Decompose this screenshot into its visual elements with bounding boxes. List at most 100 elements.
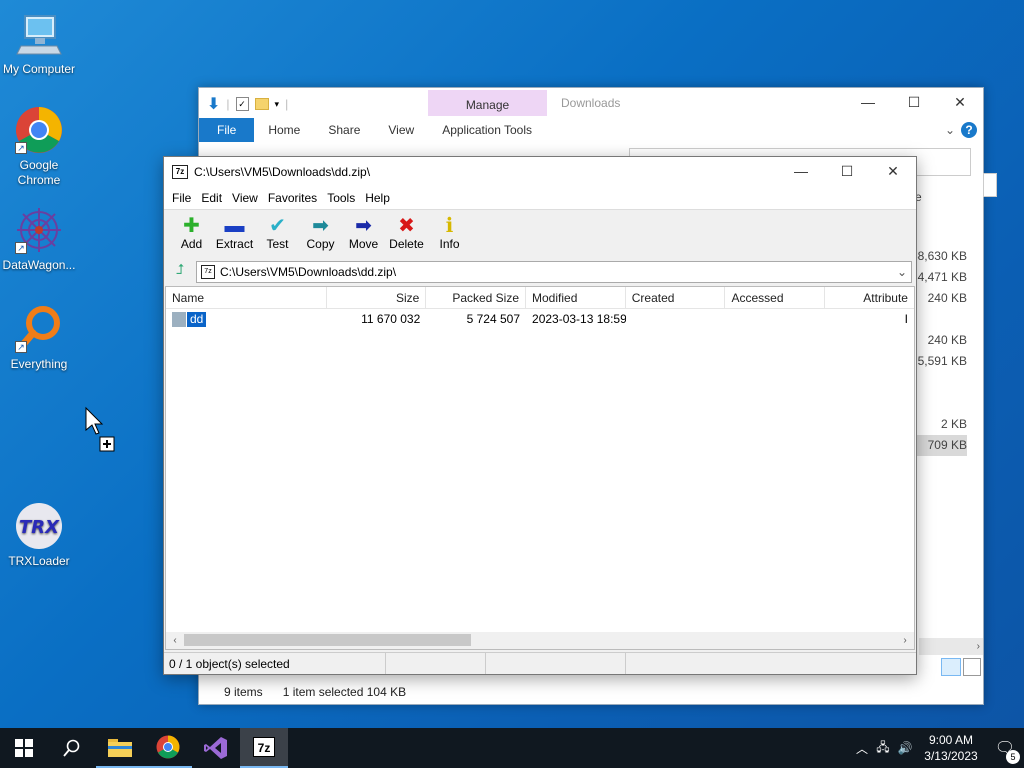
down-arrow-icon[interactable]: ⬇	[207, 94, 220, 114]
column-header-accessed[interactable]: Accessed	[725, 287, 826, 309]
menu-file[interactable]: File	[167, 191, 196, 205]
menu-view[interactable]: View	[227, 191, 263, 205]
add-label: Add	[180, 237, 203, 251]
clock[interactable]: 9:00 AM 3/13/2023	[916, 732, 986, 764]
computer-icon	[15, 10, 63, 58]
scroll-right-icon[interactable]: ›	[896, 635, 914, 646]
tab-share[interactable]: Share	[314, 118, 374, 142]
shortcut-arrow-icon: ↗	[15, 341, 27, 353]
7zip-address-bar: ⮥ 7z C:\Users\VM5\Downloads\dd.zip\ ⌄	[164, 259, 916, 285]
maximize-icon[interactable]: ☐	[824, 157, 870, 187]
notification-center-button[interactable]: 🗨 5	[986, 738, 1024, 764]
add-button[interactable]: ✚ Add	[170, 210, 213, 259]
column-header-attribute[interactable]: Attribute	[825, 287, 914, 309]
7zip-toolbar: ✚ Add ▬ Extract ✔ Test ➡ Copy ➡ Move ✖ D…	[164, 209, 916, 259]
explorer-view-button[interactable]	[983, 173, 997, 197]
column-header-modified[interactable]: Modified	[526, 287, 626, 309]
chevron-down-icon[interactable]: ⌄	[893, 265, 911, 279]
ribbon-expand-icon[interactable]: ⌄	[945, 123, 955, 137]
address-input[interactable]: 7z C:\Users\VM5\Downloads\dd.zip\ ⌄	[196, 261, 912, 283]
menu-favorites[interactable]: Favorites	[263, 191, 322, 205]
start-button[interactable]	[0, 728, 48, 768]
tab-file[interactable]: File	[199, 118, 255, 142]
double-arrow-icon: ➡	[312, 215, 329, 237]
minimize-icon[interactable]: —	[845, 88, 891, 118]
menu-edit[interactable]: Edit	[196, 191, 227, 205]
cell-name: dd	[166, 309, 327, 329]
status-cell	[386, 653, 486, 674]
column-header-name[interactable]: Name	[166, 287, 327, 309]
tab-application-tools[interactable]: Application Tools	[428, 118, 547, 142]
desktop-icon-chrome[interactable]: ↗ Google Chrome	[0, 106, 78, 188]
desktop-icon-everything[interactable]: ↗ Everything	[0, 305, 78, 372]
folder-up-icon[interactable]: ⮥	[168, 261, 192, 283]
copy-button[interactable]: ➡ Copy	[299, 210, 342, 259]
7zip-app-icon: 7z	[172, 165, 188, 179]
system-tray: ︿ 🖧 🔊 9:00 AM 3/13/2023 🗨 5	[852, 728, 1024, 768]
address-path: C:\Users\VM5\Downloads\dd.zip\	[220, 265, 397, 279]
chrome-icon	[156, 735, 180, 759]
desktop-icon-label: DataWagon...	[2, 258, 76, 272]
menu-tools[interactable]: Tools	[322, 191, 360, 205]
file-name[interactable]: dd	[185, 310, 208, 328]
tab-view[interactable]: View	[374, 118, 428, 142]
taskbar-7zip[interactable]: 7z	[240, 728, 288, 768]
check-icon: ✔	[269, 215, 286, 237]
7zip-icon: 7z	[253, 737, 275, 757]
status-cell	[486, 653, 626, 674]
properties-icon[interactable]: ✓	[235, 97, 249, 111]
taskbar-visual-studio[interactable]	[192, 728, 240, 768]
explorer-view-toggle-2[interactable]	[963, 658, 981, 676]
7zip-statusbar: 0 / 1 object(s) selected	[164, 652, 916, 674]
network-icon[interactable]: 🖧	[872, 738, 894, 759]
taskbar: 7z ︿ 🖧 🔊 9:00 AM 3/13/2023 🗨 5	[0, 728, 1024, 768]
horizontal-scrollbar[interactable]: ‹ ›	[166, 632, 914, 649]
taskbar-file-explorer[interactable]	[96, 728, 144, 768]
close-icon[interactable]: ✕	[937, 88, 983, 118]
extract-button[interactable]: ▬ Extract	[213, 210, 256, 259]
x-icon: ✖	[398, 215, 415, 237]
7zip-menubar: File Edit View Favorites Tools Help	[164, 187, 916, 209]
windows-logo-icon	[15, 739, 33, 757]
info-button[interactable]: ℹ Info	[428, 210, 471, 259]
test-label: Test	[266, 237, 289, 251]
minimize-icon[interactable]: —	[778, 157, 824, 187]
desktop: My Computer ↗ Google Chrome ↗ DataWagon.…	[0, 0, 1024, 728]
column-header-created[interactable]: Created	[626, 287, 726, 309]
scrollbar-thumb[interactable]	[184, 634, 471, 646]
tab-manage[interactable]: Manage	[428, 90, 547, 116]
qat-dropdown-icon[interactable]: ▾	[275, 99, 280, 110]
column-header-size[interactable]: Size	[327, 287, 427, 309]
delete-label: Delete	[389, 237, 424, 251]
cell-attribute: I	[904, 312, 908, 326]
test-button[interactable]: ✔ Test	[256, 210, 299, 259]
search-button[interactable]	[48, 728, 96, 768]
move-button[interactable]: ➡ Move	[342, 210, 385, 259]
column-header-packed-size[interactable]: Packed Size	[426, 287, 527, 309]
search-icon	[63, 739, 80, 757]
help-icon[interactable]: ?	[961, 122, 977, 138]
close-icon[interactable]: ✕	[870, 157, 916, 187]
arrow-right-icon: ➡	[355, 215, 372, 237]
scroll-left-icon[interactable]: ‹	[166, 635, 184, 646]
maximize-icon[interactable]: ☐	[891, 88, 937, 118]
7zip-titlebar[interactable]: 7z C:\Users\VM5\Downloads\dd.zip\ — ☐ ✕	[164, 157, 916, 187]
folder-icon[interactable]	[254, 98, 269, 110]
volume-icon[interactable]: 🔊	[894, 741, 916, 755]
desktop-icon-my-computer[interactable]: My Computer	[0, 10, 78, 77]
desktop-icon-trxloader[interactable]: TRX TRXLoader	[0, 502, 78, 569]
tab-home[interactable]: Home	[254, 118, 314, 142]
table-row[interactable]: dd 11 670 032 5 724 507 2023-03-13 18:59…	[166, 309, 914, 329]
taskbar-chrome[interactable]	[144, 728, 192, 768]
file-list[interactable]: Name Size Packed Size Modified Created A…	[165, 286, 915, 650]
delete-button[interactable]: ✖ Delete	[385, 210, 428, 259]
menu-help[interactable]: Help	[360, 191, 395, 205]
desktop-icon-datawagon[interactable]: ↗ DataWagon...	[0, 206, 78, 273]
explorer-hscroll[interactable]: ›	[919, 638, 983, 655]
everything-icon: ↗	[15, 305, 63, 353]
clock-date: 3/13/2023	[924, 749, 978, 763]
explorer-titlebar[interactable]: ⬇ | ✓ ▾ | Manage Downloads — ☐ ✕	[199, 88, 983, 118]
7zip-window[interactable]: 7z C:\Users\VM5\Downloads\dd.zip\ — ☐ ✕ …	[163, 156, 917, 675]
explorer-view-toggle[interactable]	[941, 658, 961, 676]
chevron-up-icon[interactable]: ︿	[852, 740, 872, 757]
